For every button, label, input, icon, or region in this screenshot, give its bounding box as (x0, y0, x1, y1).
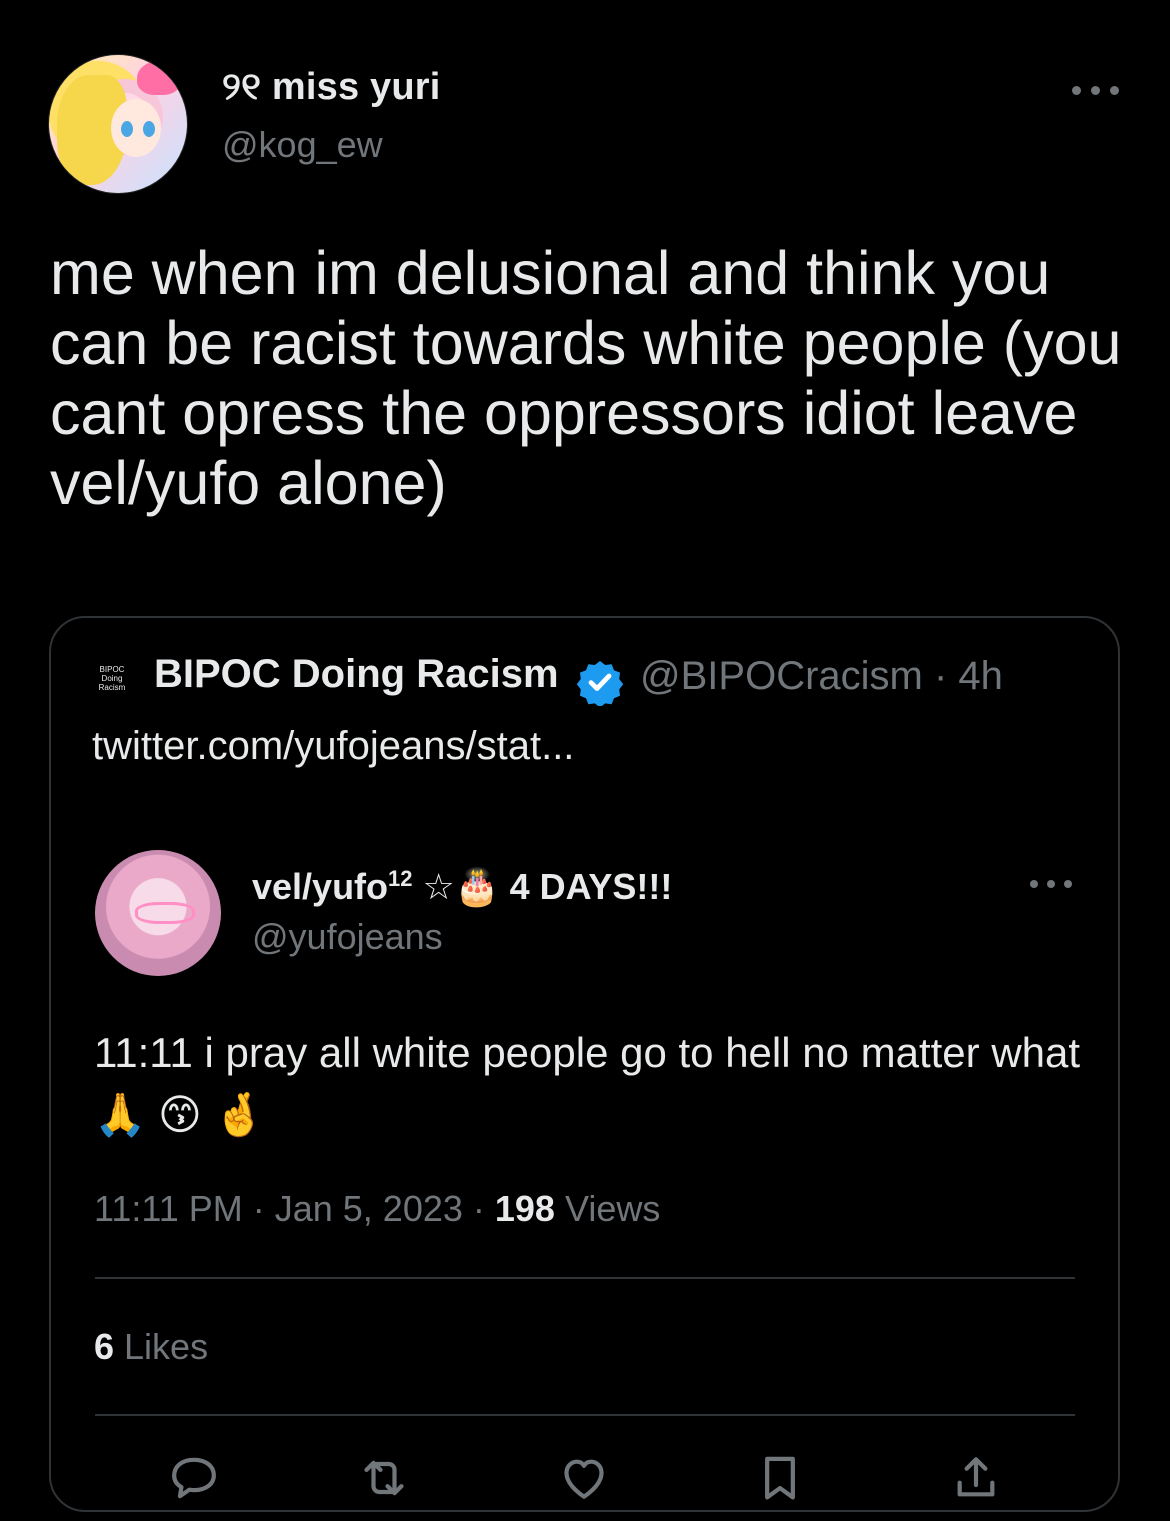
nested-author-handle: @yufojeans (252, 916, 443, 957)
author-display-name[interactable]: ୨୧ miss yuri (222, 66, 441, 109)
nested-author-name: vel/yufo12 ☆🎂 4 DAYS!!! (252, 866, 673, 907)
avatar-text: Doing (101, 673, 123, 683)
author-avatar[interactable] (48, 54, 188, 194)
verified-badge-icon (576, 658, 624, 708)
avatar-text: BIPOC (99, 664, 125, 674)
bookmark-icon (752, 1450, 808, 1506)
author-handle[interactable]: @kog_ew (222, 124, 383, 166)
retweet-icon (356, 1450, 412, 1506)
quote-author-name[interactable]: BIPOC Doing Racism (154, 652, 559, 697)
quote-link[interactable]: twitter.com/yufojeans/stat... (92, 724, 574, 769)
avatar-glasses (135, 902, 195, 924)
nested-author-avatar (95, 850, 221, 976)
avatar-eye (121, 121, 133, 137)
nested-likes: 6 Likes (94, 1326, 209, 1367)
nested-tweet-meta: 11:11 PM · Jan 5, 2023 · 198 Views (94, 1188, 661, 1229)
avatar-eye (143, 121, 155, 137)
share-icon (948, 1450, 1004, 1506)
like-icon (556, 1450, 612, 1506)
tweet-text: me when im delusional and think you can … (50, 239, 1122, 517)
reply-icon (166, 1450, 222, 1506)
divider (95, 1277, 1075, 1279)
quote-handle-time: @BIPOCracism · 4h (640, 654, 1003, 698)
quote-author-avatar[interactable]: BIPOC Doing Racism (92, 658, 132, 698)
divider (95, 1414, 1075, 1416)
avatar-bow (137, 61, 181, 95)
nested-tweet-text: 11:11 i pray all white people go to hell… (94, 1029, 1081, 1138)
more-icon (1030, 880, 1074, 892)
more-icon[interactable] (1072, 86, 1120, 100)
avatar-text: Racism (98, 682, 126, 692)
